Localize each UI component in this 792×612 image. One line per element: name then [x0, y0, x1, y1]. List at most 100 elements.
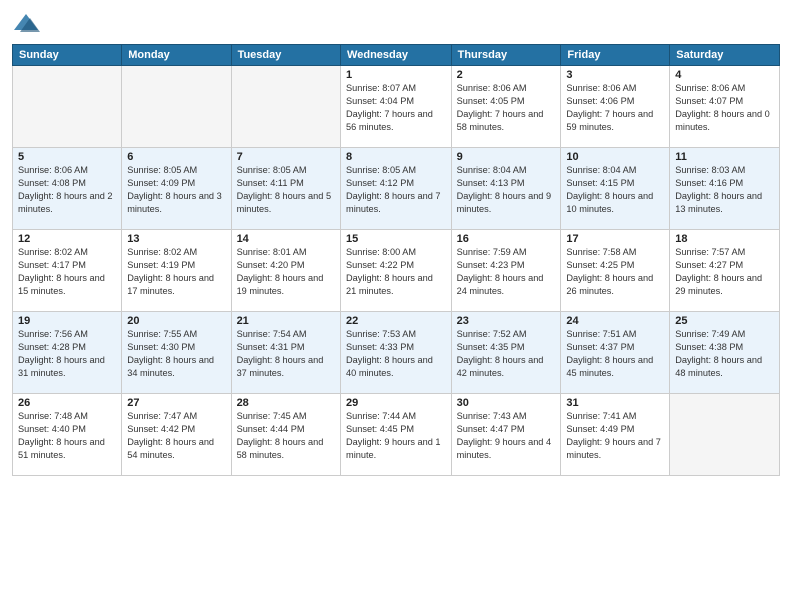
day-number: 1 [346, 69, 446, 81]
day-number: 11 [675, 151, 774, 163]
calendar-cell: 8Sunrise: 8:05 AM Sunset: 4:12 PM Daylig… [341, 148, 452, 230]
calendar-cell: 2Sunrise: 8:06 AM Sunset: 4:05 PM Daylig… [451, 66, 561, 148]
calendar-header-row: SundayMondayTuesdayWednesdayThursdayFrid… [13, 45, 780, 66]
logo-icon [12, 10, 40, 38]
day-info: Sunrise: 8:02 AM Sunset: 4:19 PM Dayligh… [127, 246, 225, 298]
day-number: 22 [346, 315, 446, 327]
calendar-cell: 29Sunrise: 7:44 AM Sunset: 4:45 PM Dayli… [341, 394, 452, 476]
day-number: 3 [566, 69, 664, 81]
day-info: Sunrise: 8:02 AM Sunset: 4:17 PM Dayligh… [18, 246, 116, 298]
day-info: Sunrise: 8:00 AM Sunset: 4:22 PM Dayligh… [346, 246, 446, 298]
calendar-cell: 19Sunrise: 7:56 AM Sunset: 4:28 PM Dayli… [13, 312, 122, 394]
calendar-cell: 25Sunrise: 7:49 AM Sunset: 4:38 PM Dayli… [670, 312, 780, 394]
day-info: Sunrise: 7:54 AM Sunset: 4:31 PM Dayligh… [237, 328, 335, 380]
calendar-week-row: 26Sunrise: 7:48 AM Sunset: 4:40 PM Dayli… [13, 394, 780, 476]
day-info: Sunrise: 7:52 AM Sunset: 4:35 PM Dayligh… [457, 328, 556, 380]
calendar-cell: 26Sunrise: 7:48 AM Sunset: 4:40 PM Dayli… [13, 394, 122, 476]
day-number: 16 [457, 233, 556, 245]
calendar-cell: 23Sunrise: 7:52 AM Sunset: 4:35 PM Dayli… [451, 312, 561, 394]
day-number: 23 [457, 315, 556, 327]
calendar-cell: 16Sunrise: 7:59 AM Sunset: 4:23 PM Dayli… [451, 230, 561, 312]
day-info: Sunrise: 8:03 AM Sunset: 4:16 PM Dayligh… [675, 164, 774, 216]
day-info: Sunrise: 7:51 AM Sunset: 4:37 PM Dayligh… [566, 328, 664, 380]
calendar-cell: 30Sunrise: 7:43 AM Sunset: 4:47 PM Dayli… [451, 394, 561, 476]
calendar-header-monday: Monday [122, 45, 231, 66]
day-info: Sunrise: 8:05 AM Sunset: 4:11 PM Dayligh… [237, 164, 335, 216]
day-number: 7 [237, 151, 335, 163]
day-number: 30 [457, 397, 556, 409]
day-info: Sunrise: 8:06 AM Sunset: 4:07 PM Dayligh… [675, 82, 774, 134]
day-number: 18 [675, 233, 774, 245]
calendar-cell: 28Sunrise: 7:45 AM Sunset: 4:44 PM Dayli… [231, 394, 340, 476]
day-number: 25 [675, 315, 774, 327]
calendar-cell: 14Sunrise: 8:01 AM Sunset: 4:20 PM Dayli… [231, 230, 340, 312]
day-number: 5 [18, 151, 116, 163]
calendar-week-row: 19Sunrise: 7:56 AM Sunset: 4:28 PM Dayli… [13, 312, 780, 394]
calendar-cell: 24Sunrise: 7:51 AM Sunset: 4:37 PM Dayli… [561, 312, 670, 394]
calendar-header-tuesday: Tuesday [231, 45, 340, 66]
calendar-cell: 13Sunrise: 8:02 AM Sunset: 4:19 PM Dayli… [122, 230, 231, 312]
calendar-header-thursday: Thursday [451, 45, 561, 66]
day-info: Sunrise: 8:07 AM Sunset: 4:04 PM Dayligh… [346, 82, 446, 134]
day-number: 17 [566, 233, 664, 245]
calendar-cell [231, 66, 340, 148]
day-info: Sunrise: 7:53 AM Sunset: 4:33 PM Dayligh… [346, 328, 446, 380]
calendar-week-row: 5Sunrise: 8:06 AM Sunset: 4:08 PM Daylig… [13, 148, 780, 230]
day-number: 12 [18, 233, 116, 245]
day-info: Sunrise: 8:04 AM Sunset: 4:15 PM Dayligh… [566, 164, 664, 216]
calendar-cell: 9Sunrise: 8:04 AM Sunset: 4:13 PM Daylig… [451, 148, 561, 230]
day-number: 27 [127, 397, 225, 409]
day-number: 19 [18, 315, 116, 327]
calendar-cell: 15Sunrise: 8:00 AM Sunset: 4:22 PM Dayli… [341, 230, 452, 312]
day-info: Sunrise: 7:47 AM Sunset: 4:42 PM Dayligh… [127, 410, 225, 462]
calendar-cell: 22Sunrise: 7:53 AM Sunset: 4:33 PM Dayli… [341, 312, 452, 394]
day-info: Sunrise: 7:55 AM Sunset: 4:30 PM Dayligh… [127, 328, 225, 380]
day-info: Sunrise: 7:59 AM Sunset: 4:23 PM Dayligh… [457, 246, 556, 298]
day-info: Sunrise: 7:45 AM Sunset: 4:44 PM Dayligh… [237, 410, 335, 462]
day-number: 21 [237, 315, 335, 327]
day-number: 2 [457, 69, 556, 81]
page-header [12, 10, 780, 38]
day-number: 26 [18, 397, 116, 409]
day-number: 31 [566, 397, 664, 409]
calendar-cell: 12Sunrise: 8:02 AM Sunset: 4:17 PM Dayli… [13, 230, 122, 312]
day-info: Sunrise: 7:44 AM Sunset: 4:45 PM Dayligh… [346, 410, 446, 462]
calendar-week-row: 1Sunrise: 8:07 AM Sunset: 4:04 PM Daylig… [13, 66, 780, 148]
calendar-cell: 6Sunrise: 8:05 AM Sunset: 4:09 PM Daylig… [122, 148, 231, 230]
day-number: 15 [346, 233, 446, 245]
calendar-cell: 7Sunrise: 8:05 AM Sunset: 4:11 PM Daylig… [231, 148, 340, 230]
calendar-cell: 20Sunrise: 7:55 AM Sunset: 4:30 PM Dayli… [122, 312, 231, 394]
calendar-cell: 11Sunrise: 8:03 AM Sunset: 4:16 PM Dayli… [670, 148, 780, 230]
calendar-cell: 3Sunrise: 8:06 AM Sunset: 4:06 PM Daylig… [561, 66, 670, 148]
day-info: Sunrise: 8:05 AM Sunset: 4:09 PM Dayligh… [127, 164, 225, 216]
day-info: Sunrise: 7:56 AM Sunset: 4:28 PM Dayligh… [18, 328, 116, 380]
day-number: 29 [346, 397, 446, 409]
day-info: Sunrise: 7:43 AM Sunset: 4:47 PM Dayligh… [457, 410, 556, 462]
calendar-cell: 17Sunrise: 7:58 AM Sunset: 4:25 PM Dayli… [561, 230, 670, 312]
day-info: Sunrise: 7:58 AM Sunset: 4:25 PM Dayligh… [566, 246, 664, 298]
day-info: Sunrise: 7:48 AM Sunset: 4:40 PM Dayligh… [18, 410, 116, 462]
calendar-header-wednesday: Wednesday [341, 45, 452, 66]
day-number: 13 [127, 233, 225, 245]
day-number: 9 [457, 151, 556, 163]
calendar-cell: 21Sunrise: 7:54 AM Sunset: 4:31 PM Dayli… [231, 312, 340, 394]
day-number: 4 [675, 69, 774, 81]
day-number: 20 [127, 315, 225, 327]
calendar-header-saturday: Saturday [670, 45, 780, 66]
day-number: 8 [346, 151, 446, 163]
calendar-header-sunday: Sunday [13, 45, 122, 66]
calendar-cell [13, 66, 122, 148]
day-info: Sunrise: 7:49 AM Sunset: 4:38 PM Dayligh… [675, 328, 774, 380]
day-number: 10 [566, 151, 664, 163]
calendar-cell: 5Sunrise: 8:06 AM Sunset: 4:08 PM Daylig… [13, 148, 122, 230]
calendar-header-friday: Friday [561, 45, 670, 66]
day-number: 6 [127, 151, 225, 163]
day-info: Sunrise: 7:57 AM Sunset: 4:27 PM Dayligh… [675, 246, 774, 298]
day-number: 24 [566, 315, 664, 327]
calendar-cell: 4Sunrise: 8:06 AM Sunset: 4:07 PM Daylig… [670, 66, 780, 148]
calendar-cell: 10Sunrise: 8:04 AM Sunset: 4:15 PM Dayli… [561, 148, 670, 230]
day-info: Sunrise: 8:06 AM Sunset: 4:08 PM Dayligh… [18, 164, 116, 216]
calendar: SundayMondayTuesdayWednesdayThursdayFrid… [12, 44, 780, 476]
day-info: Sunrise: 8:06 AM Sunset: 4:05 PM Dayligh… [457, 82, 556, 134]
day-info: Sunrise: 8:06 AM Sunset: 4:06 PM Dayligh… [566, 82, 664, 134]
